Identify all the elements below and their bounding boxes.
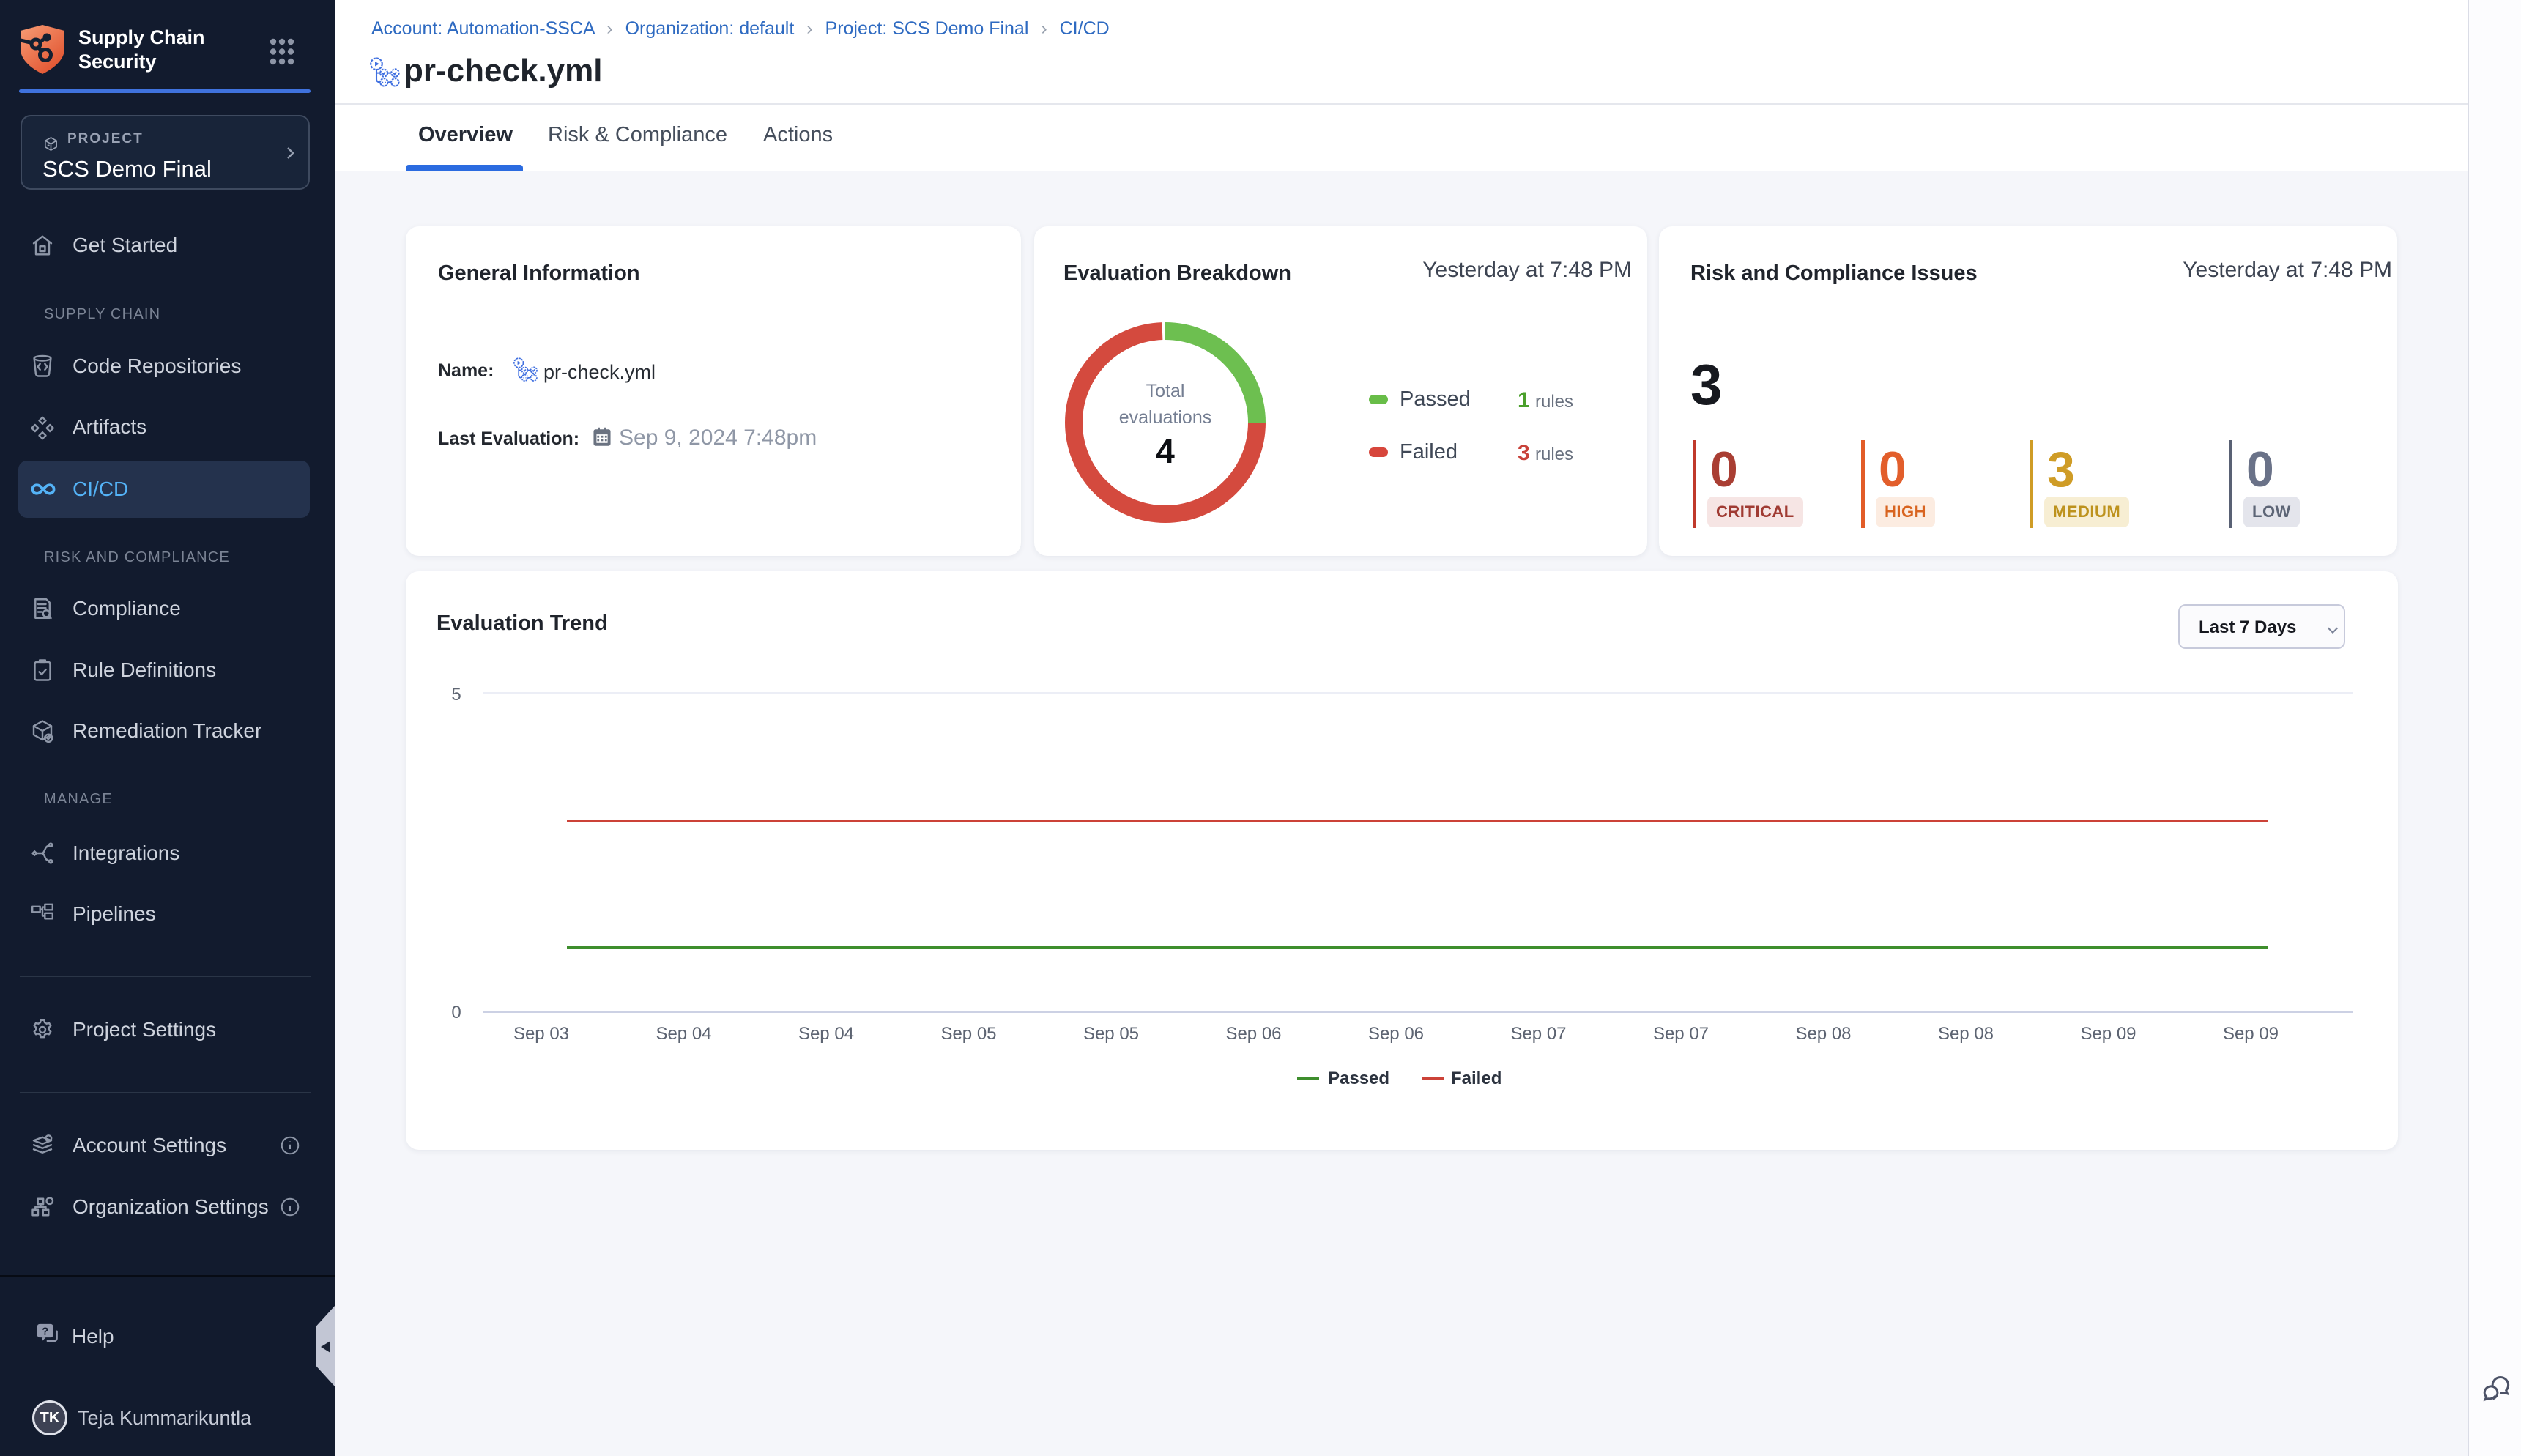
svg-text:?: ? — [42, 1325, 48, 1337]
